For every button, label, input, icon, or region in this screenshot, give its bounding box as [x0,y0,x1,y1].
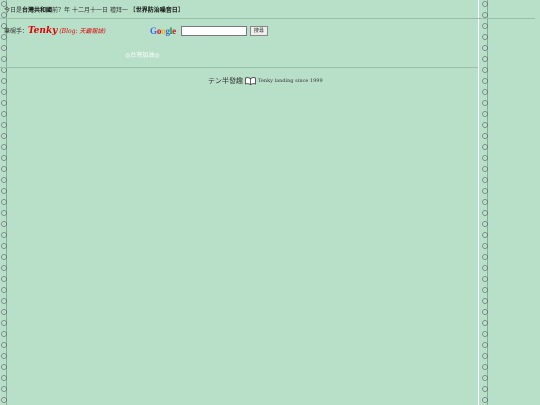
date-suffix: 】 [177,7,184,14]
date-text: 前？年 十二月十一日 禮拜一 【 [52,7,136,14]
book-icon [245,77,256,85]
divider-top [0,18,535,19]
blog-link[interactable]: (Blog: 天霸報誌) [59,28,105,35]
divider-mid [0,67,478,68]
footer-tagline: Tenky landing since 1999 [258,78,323,84]
google-logo: Google [150,26,176,36]
author-line: 筆硯手：Tenky (Blog: 天霸報誌) [4,26,106,36]
event-name: 世界防治噪音日 [135,7,178,14]
date-prefix: 今日是 [4,7,23,14]
date-line: 今日是台灣共和國前？年 十二月十一日 禮拜一 【世界防治噪音日】 [4,5,184,14]
taiwan-link[interactable]: ◎台灣加油◎ [125,50,159,59]
search-input[interactable] [180,26,247,36]
footer: テン半發趣 Tenky landing since 1999 [208,76,323,86]
google-search: Google 搜尋 [150,26,268,36]
footer-brand: テン半發趣 [208,77,243,85]
country-name: 台灣共和國 [22,7,53,14]
author-label: 筆硯手： [4,28,29,35]
author-name: Tenky [28,26,58,36]
search-button[interactable]: 搜尋 [249,26,268,36]
left-spiral-binding [0,0,14,405]
right-spiral-binding [481,0,495,405]
